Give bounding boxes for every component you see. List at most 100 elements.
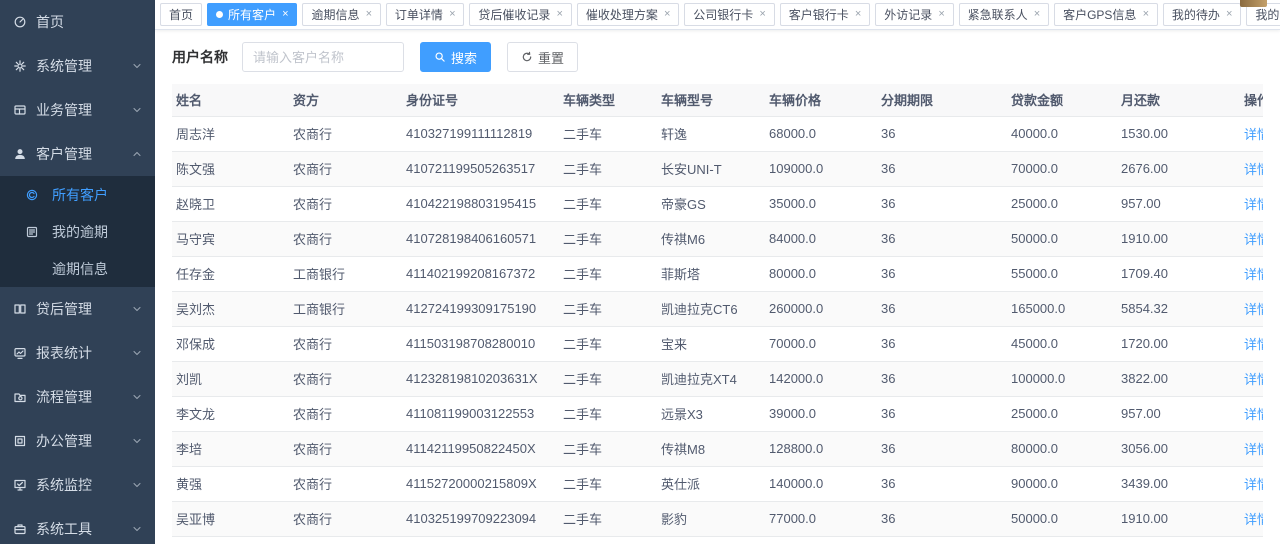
columns-icon [13,302,28,316]
office-icon [13,434,28,448]
cell-term: 36 [877,501,1007,536]
chevron-icon [131,189,143,201]
cell-monthly: 1910.00 [1117,221,1240,256]
close-icon[interactable]: × [664,9,670,20]
close-icon[interactable]: × [365,9,371,20]
tab[interactable]: 贷后催收记录 × [469,3,571,26]
tab[interactable]: 外访记录 × [875,3,953,26]
close-icon[interactable]: × [449,9,455,20]
cell-loan: 70000.0 [1007,151,1117,186]
tab[interactable]: 客户GPS信息 × [1054,3,1158,26]
cell-loan: 40000.0 [1007,116,1117,151]
reset-button[interactable]: 重置 [507,42,578,72]
corner-image-fragment [1240,0,1267,7]
sidebar-item[interactable]: 所有客户 [0,176,155,213]
cell-monthly: 1720.00 [1117,326,1240,361]
chevron-up-icon [131,148,143,160]
cell-id-number: 411503198708280010 [402,326,559,361]
tab[interactable]: 催收处理方案 × [577,3,679,26]
detail-link[interactable]: 详情 [1244,372,1263,387]
cell-vehicle-type: 二手车 [559,431,657,466]
table-row: 赵晓卫 农商行 410422198803195415 二手车 帝豪GS 3500… [172,186,1263,221]
cell-vehicle-type: 二手车 [559,536,657,544]
tab[interactable]: 我的待办 × [1163,3,1241,26]
tab[interactable]: 逾期信息 × [302,3,380,26]
cell-vehicle-model: 宝来 [657,326,765,361]
cell-id-number: 412724199309175190 [402,291,559,326]
tab[interactable]: 紧急联系人 × [959,3,1049,26]
close-icon[interactable]: × [1142,9,1148,20]
search-icon [434,51,446,63]
sidebar-item[interactable]: 逾期信息 [0,250,155,287]
close-icon[interactable]: × [1034,9,1040,20]
detail-link[interactable]: 详情 [1244,162,1263,177]
sidebar-item[interactable]: 流程管理 [0,375,155,419]
sidebar-item[interactable]: 系统工具 [0,507,155,544]
search-button[interactable]: 搜索 [420,42,491,72]
cell-term: 36 [877,326,1007,361]
cell-vehicle-model: 传祺M8 [657,431,765,466]
close-icon[interactable]: × [759,9,765,20]
cell-id-number: 41142119950822450X [402,431,559,466]
cell-price: 68000.0 [765,116,877,151]
cell-monthly: 1530.00 [1117,116,1240,151]
tab[interactable]: 订单详情 × [386,3,464,26]
sidebar-item[interactable]: 我的逾期 [0,213,155,250]
table-head: 姓名资方身份证号车辆类型车辆型号车辆价格分期期限贷款金额月还款操作 [172,84,1263,116]
detail-link[interactable]: 详情 [1244,127,1263,142]
tools-icon [13,522,28,536]
sidebar-item[interactable]: 办公管理 [0,419,155,463]
cell-name: 刘凯 [172,361,289,396]
sidebar-item[interactable]: 系统管理 [0,44,155,88]
detail-link[interactable]: 详情 [1244,267,1263,282]
chevron-down-icon [131,60,143,72]
cell-funder: 农商行 [289,116,402,151]
close-icon[interactable]: × [1226,9,1232,20]
cell-vehicle-type: 二手车 [559,116,657,151]
sidebar-item[interactable]: 报表统计 [0,331,155,375]
cell-vehicle-type: 二手车 [559,291,657,326]
cell-id-number: 410728198406160571 [402,221,559,256]
sidebar-item[interactable]: 首页 [0,0,155,44]
cell-id-number: 410422198803195415 [402,186,559,221]
detail-link[interactable]: 详情 [1244,337,1263,352]
cell-term: 36 [877,431,1007,466]
table-row: 周志洋 农商行 410327199111112819 二手车 轩逸 68000.… [172,116,1263,151]
detail-link[interactable]: 详情 [1244,477,1263,492]
tab-label: 逾期信息 [311,6,359,23]
tab[interactable]: 公司银行卡 × [684,3,774,26]
detail-link[interactable]: 详情 [1244,442,1263,457]
tab[interactable]: 所有客户 × [207,3,297,26]
cell-vehicle-model: 英仕派 [657,466,765,501]
tab[interactable]: 首页 × [160,3,202,26]
sidebar-item[interactable]: 贷后管理 [0,287,155,331]
sidebar-item[interactable]: 系统监控 [0,463,155,507]
sidebar-item-label: 系统监控 [36,475,131,495]
close-icon[interactable]: × [556,9,562,20]
cell-vehicle-model: 影豹 [657,501,765,536]
detail-link[interactable]: 详情 [1244,302,1263,317]
user-icon [13,147,28,161]
cell-action: 详情 [1240,151,1263,186]
customer-name-input[interactable] [242,42,404,72]
close-icon[interactable]: × [855,9,861,20]
cell-action: 详情 [1240,466,1263,501]
cell-vehicle-type: 二手车 [559,466,657,501]
cell-price: 260000.0 [765,291,877,326]
gear-icon [13,59,28,73]
tab-label: 所有客户 [228,6,276,23]
detail-link[interactable]: 详情 [1244,232,1263,247]
cell-name: 周志洋 [172,116,289,151]
cell-vehicle-type: 二手车 [559,361,657,396]
detail-link[interactable]: 详情 [1244,407,1263,422]
close-icon[interactable]: × [282,9,288,20]
column-header: 月还款 [1117,84,1240,116]
tab[interactable]: 客户银行卡 × [780,3,870,26]
close-icon[interactable]: × [938,9,944,20]
sidebar-item[interactable]: 客户管理 [0,132,155,176]
cell-name: 王耀伟 [172,536,289,544]
table-row: 陈文强 农商行 410721199505263517 二手车 长安UNI-T 1… [172,151,1263,186]
sidebar-item[interactable]: 业务管理 [0,88,155,132]
detail-link[interactable]: 详情 [1244,512,1263,527]
detail-link[interactable]: 详情 [1244,197,1263,212]
